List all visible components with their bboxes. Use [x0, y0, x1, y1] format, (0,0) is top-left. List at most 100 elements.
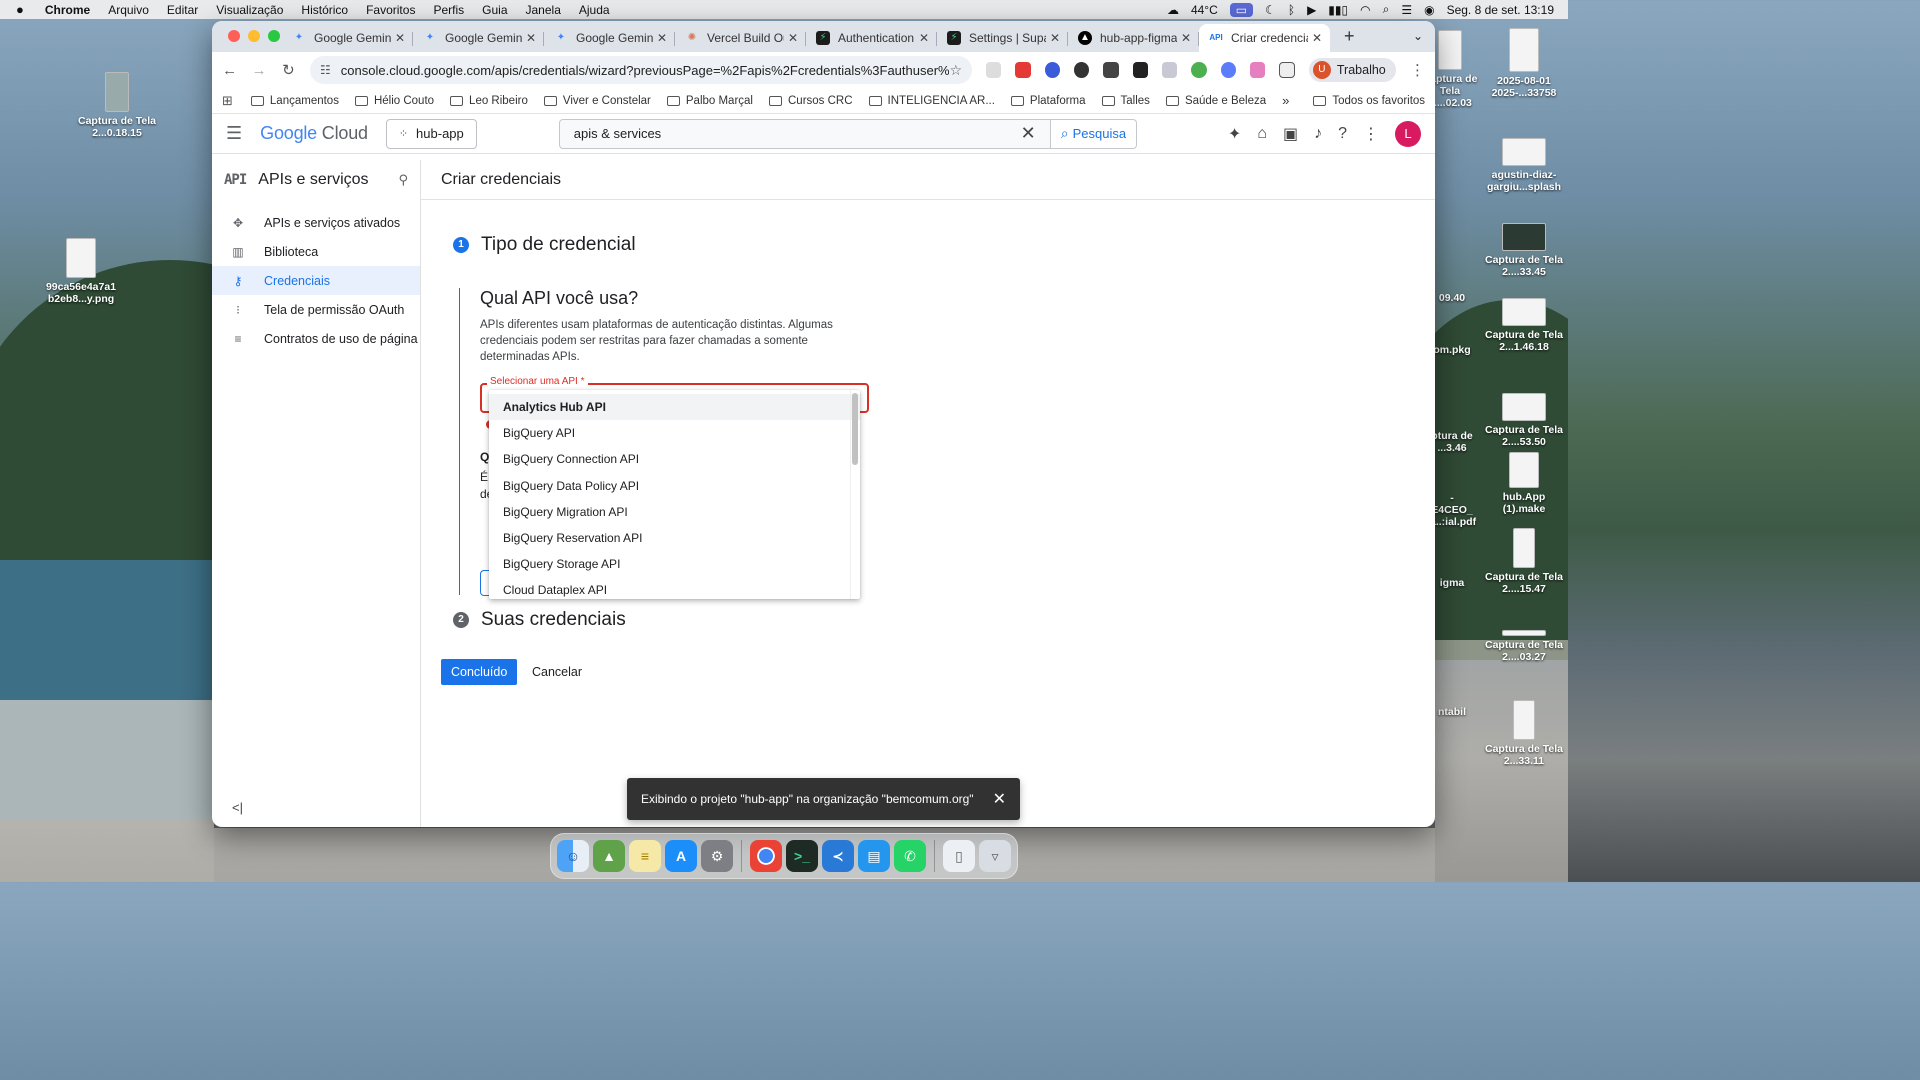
screen-mirror-icon[interactable]: ▭	[1229, 2, 1254, 17]
close-toast-icon[interactable]: ✕	[993, 789, 1006, 809]
docker-icon[interactable]: ▤	[858, 840, 890, 872]
tab-search-chevron-icon[interactable]: ⌄	[1413, 29, 1423, 43]
desktop-file[interactable]: Captura de Tela 2...0.18.15	[72, 72, 162, 139]
browser-tab[interactable]: ⚡ Authentication | ✕	[806, 24, 937, 52]
bluetooth-icon[interactable]: ᛒ	[1288, 3, 1295, 17]
desktop-file[interactable]: Captura de Tela 2....15.47	[1480, 528, 1568, 595]
dropdown-option[interactable]: BigQuery Migration API	[489, 499, 860, 525]
temperature[interactable]: 44°C	[1191, 3, 1218, 17]
spotlight-search-icon[interactable]: ⌕	[1383, 2, 1390, 17]
account-avatar[interactable]: L	[1395, 120, 1421, 147]
extension-icon[interactable]	[1162, 62, 1178, 78]
notes-icon[interactable]: ≡	[629, 840, 661, 872]
close-tab-icon[interactable]: ✕	[395, 31, 405, 45]
profile-button[interactable]: U Trabalho	[1308, 58, 1396, 82]
menu-editar[interactable]: Editar	[158, 3, 207, 17]
done-button[interactable]: Concluído	[441, 659, 518, 685]
desktop-file[interactable]: ptura de ...3.46	[1430, 430, 1474, 454]
menu-ajuda[interactable]: Ajuda	[570, 3, 619, 17]
terminal-icon[interactable]: >_	[786, 840, 818, 872]
siri-icon[interactable]: ◉	[1424, 3, 1434, 17]
dropdown-scrollbar-thumb[interactable]	[852, 393, 858, 465]
bookmark-folder[interactable]: Cursos CRC	[769, 95, 853, 107]
chrome-menu-icon[interactable]: ⋮	[1410, 61, 1425, 79]
desktop-file[interactable]: om.pkg	[1430, 344, 1474, 356]
desktop-file[interactable]: ntabil	[1430, 706, 1474, 718]
desktop-file[interactable]: 2025-08-01 2025-...33758	[1480, 28, 1568, 99]
desktop-file[interactable]: agustin-diaz-gargiu...splash	[1480, 130, 1568, 193]
photos-app-icon[interactable]: ▲	[593, 840, 625, 872]
pin-icon[interactable]: ⚲	[398, 172, 408, 188]
bookmark-folder[interactable]: INTELIGENCIA AR...	[868, 95, 995, 107]
gemini-sparkle-icon[interactable]: ✦	[1228, 124, 1241, 144]
extension-icon[interactable]	[1220, 62, 1237, 78]
browser-tab-active[interactable]: API Criar credencia ✕	[1199, 24, 1330, 52]
desktop-file[interactable]: hub.App (1).make	[1480, 452, 1568, 515]
dropdown-option[interactable]: BigQuery Connection API	[489, 446, 860, 472]
dropdown-option[interactable]: Analytics Hub API	[489, 394, 860, 421]
apps-grid-icon[interactable]: ⊞	[222, 93, 233, 109]
desktop-file[interactable]: 09.40	[1430, 292, 1474, 304]
search-input[interactable]: apis & services ✕	[558, 118, 1051, 149]
finder-icon[interactable]: ☺	[557, 840, 589, 872]
menu-visualizacao[interactable]: Visualização	[207, 3, 292, 17]
extension-icon[interactable]	[986, 62, 1002, 78]
browser-tab[interactable]: ✦ Google Gemini ✕	[544, 24, 675, 52]
bookmark-folder[interactable]: Plataforma	[1010, 95, 1086, 107]
sidebar-item-page-agreements[interactable]: ≡ Contratos de uso de página	[212, 324, 420, 353]
extension-icon[interactable]	[1250, 62, 1266, 78]
vscode-icon[interactable]: ≺	[822, 840, 854, 872]
close-window-button[interactable]	[228, 30, 240, 42]
evernote-extension-icon[interactable]	[1191, 62, 1207, 78]
desktop-file[interactable]: Captura de Tela 2...33.11	[1480, 700, 1568, 767]
more-options-icon[interactable]: ⋮	[1363, 124, 1379, 144]
wifi-icon[interactable]: ◠	[1360, 3, 1370, 17]
chrome-icon[interactable]	[750, 840, 782, 872]
youtube-extension-icon[interactable]	[1015, 62, 1031, 78]
menu-favoritos[interactable]: Favoritos	[357, 3, 424, 17]
extensions-puzzle-icon[interactable]	[1279, 62, 1295, 78]
bookmark-folder[interactable]: Hélio Couto	[354, 95, 434, 107]
menu-arquivo[interactable]: Arquivo	[99, 3, 158, 17]
desktop-file[interactable]: Captura de Tela 2....33.45	[1480, 215, 1568, 278]
system-settings-icon[interactable]: ⚙	[701, 840, 733, 872]
menu-janela[interactable]: Janela	[517, 3, 570, 17]
cloud-shell-icon[interactable]: ▣	[1283, 124, 1298, 144]
close-tab-icon[interactable]: ✕	[526, 31, 536, 45]
all-bookmarks-folder[interactable]: Todos os favoritos	[1313, 95, 1425, 107]
bookmark-folder[interactable]: Palbo Marçal	[666, 95, 753, 107]
menu-guia[interactable]: Guia	[473, 3, 516, 17]
dropdown-option[interactable]: BigQuery Data Policy API	[489, 473, 860, 499]
close-tab-icon[interactable]: ✕	[919, 31, 929, 45]
search-button[interactable]: ⌕ Pesquisa	[1050, 118, 1138, 149]
documents-folder-icon[interactable]: ▯	[943, 840, 975, 872]
sidebar-item-credentials[interactable]: ⚷ Credenciais	[212, 266, 420, 295]
browser-tab[interactable]: ✺ Vercel Build Out ✕	[675, 24, 806, 52]
browser-tab[interactable]: ⚡ Settings | Supab ✕	[937, 24, 1068, 52]
new-tab-icon[interactable]: +	[1330, 26, 1355, 52]
menu-historico[interactable]: Histórico	[292, 3, 357, 17]
desktop-file[interactable]: - E4CEO_ a..:ial.pdf	[1430, 492, 1476, 528]
notifications-bell-icon[interactable]: ♪	[1314, 125, 1322, 143]
close-tab-icon[interactable]: ✕	[1181, 31, 1191, 45]
minimize-window-button[interactable]	[248, 30, 260, 42]
browser-tab[interactable]: ✦ Google Gemini ✕	[413, 24, 544, 52]
gift-icon[interactable]: ⌂	[1257, 125, 1267, 143]
whatsapp-icon[interactable]: ✆	[894, 840, 926, 872]
eyedropper-extension-icon[interactable]	[1132, 62, 1149, 78]
bookmark-folder[interactable]: Lançamentos	[250, 95, 339, 107]
back-arrow-icon[interactable]: ←	[222, 62, 237, 79]
extension-icon[interactable]	[1044, 62, 1061, 78]
bookmarks-overflow-icon[interactable]: »	[1282, 93, 1289, 108]
google-cloud-logo[interactable]: Google Cloud	[260, 123, 368, 144]
close-tab-icon[interactable]: ✕	[1050, 31, 1060, 45]
app-store-icon[interactable]: A	[665, 840, 697, 872]
hamburger-menu-icon[interactable]: ☰	[226, 123, 242, 144]
play-icon[interactable]: ▶	[1307, 3, 1316, 17]
desktop-file[interactable]: Captura de Tela 2....53.50	[1480, 385, 1568, 448]
apple-menu-icon[interactable]: ●	[0, 2, 36, 17]
reload-icon[interactable]: ↻	[281, 61, 296, 79]
cancel-button[interactable]: Cancelar	[532, 659, 582, 685]
collapse-sidebar-icon[interactable]: <|	[232, 800, 243, 815]
help-icon[interactable]: ?	[1338, 125, 1347, 143]
